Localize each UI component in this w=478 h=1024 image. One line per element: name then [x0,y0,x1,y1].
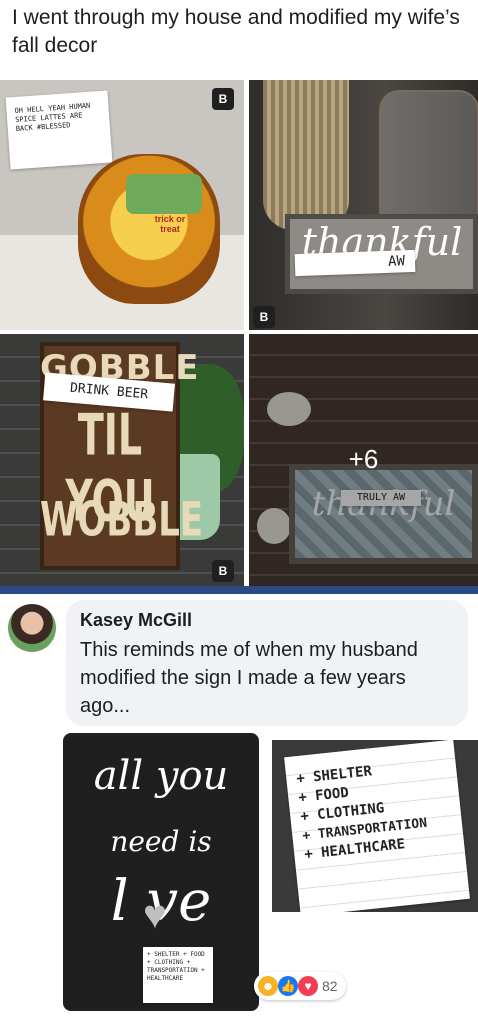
watermark-icon: B [212,560,234,582]
comment-text: This reminds me of when my husband modif… [80,639,418,717]
comment-bubble: Kasey McGill This reminds me of when my … [66,600,468,726]
gobble-line3: WOBBLE [40,492,204,548]
witch-hat [126,174,202,214]
comment-author[interactable]: Kasey McGill [80,610,192,631]
list-note: + SHELTER + FOOD + CLOTHING + TRANSPORTA… [284,740,470,912]
comment-image-list-note[interactable]: + SHELTER + FOOD + CLOTHING + TRANSPORTA… [272,740,478,912]
reaction-count: 82 [322,978,338,994]
love-line2: need is [110,825,212,858]
watermark-icon: B [253,306,275,328]
more-photos-count: +6 [348,444,379,474]
blue-divider [0,586,478,594]
sign-label: AW [294,249,416,277]
like-icon: 👍 [278,976,298,996]
reaction-summary[interactable]: ☻ 👍 ♥ 82 [254,972,346,1000]
sticky-note: OH HELL YEAH HUMAN SPICE LATTES ARE BACK… [5,90,113,170]
love-note: + SHELTER + FOOD + CLOTHING + TRANSPORTA… [143,947,213,1003]
comment-image-love-sign[interactable]: all you need is l ve ♥ + SHELTER + FOOD … [63,733,259,1011]
post-text: I went through my house and modified my … [12,6,460,57]
hat-text: trick or treat [154,214,186,234]
vase [263,80,349,230]
photo-grid: OH HELL YEAH HUMAN SPICE LATTES ARE BACK… [0,80,478,592]
haha-icon: ☻ [258,976,278,996]
more-photos-overlay[interactable]: +6 [249,334,478,592]
love-line1: all you [93,753,229,799]
photo-gobble-sign[interactable]: GOBBLE TIL YOU WOBBLE DRINK BEER B [0,334,244,592]
love-icon: ♥ [298,976,318,996]
photo-pumpkin[interactable]: OH HELL YEAH HUMAN SPICE LATTES ARE BACK… [0,80,244,330]
photo-thankful-sign[interactable]: thankful AW B [249,80,478,330]
avatar[interactable] [8,604,56,652]
watermark-icon: B [212,88,234,110]
heart-icon: ♥ [143,893,167,937]
jar [379,90,478,234]
sticky-note-text: OH HELL YEAH HUMAN SPICE LATTES ARE BACK… [14,101,91,133]
